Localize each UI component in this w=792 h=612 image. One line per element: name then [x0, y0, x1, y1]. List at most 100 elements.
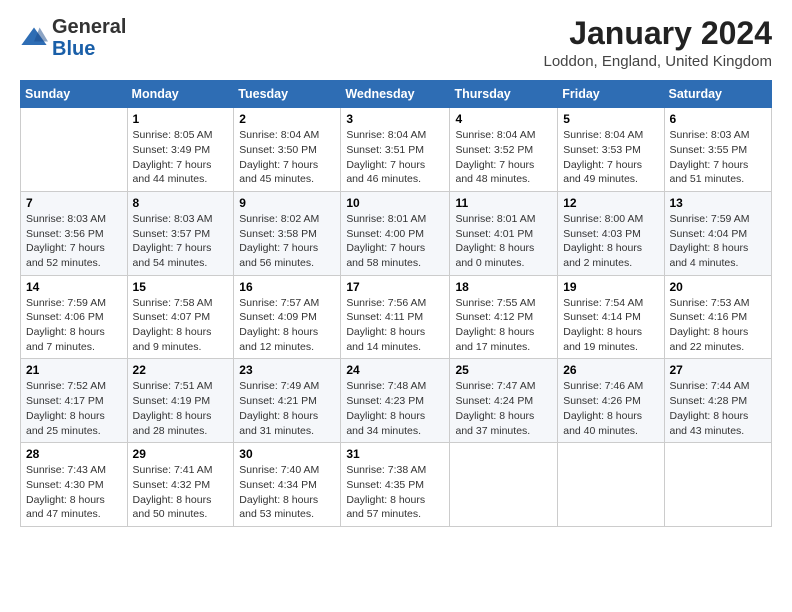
day-number: 16	[239, 280, 335, 294]
day-info: Sunrise: 7:53 AMSunset: 4:16 PMDaylight:…	[670, 296, 767, 355]
day-number: 13	[670, 196, 767, 210]
logo-blue-text: Blue	[52, 38, 95, 60]
table-row: 22 Sunrise: 7:51 AMSunset: 4:19 PMDaylig…	[127, 359, 234, 443]
day-info: Sunrise: 7:51 AMSunset: 4:19 PMDaylight:…	[133, 379, 229, 438]
table-row: 7 Sunrise: 8:03 AMSunset: 3:56 PMDayligh…	[21, 191, 128, 275]
table-row: 18 Sunrise: 7:55 AMSunset: 4:12 PMDaylig…	[450, 275, 558, 359]
day-number: 4	[455, 112, 552, 126]
day-number: 20	[670, 280, 767, 294]
calendar-table: Sunday Monday Tuesday Wednesday Thursday…	[20, 80, 772, 527]
table-row: 20 Sunrise: 7:53 AMSunset: 4:16 PMDaylig…	[664, 275, 772, 359]
table-row: 14 Sunrise: 7:59 AMSunset: 4:06 PMDaylig…	[21, 275, 128, 359]
day-info: Sunrise: 7:59 AMSunset: 4:04 PMDaylight:…	[670, 212, 767, 271]
day-info: Sunrise: 7:57 AMSunset: 4:09 PMDaylight:…	[239, 296, 335, 355]
day-info: Sunrise: 7:38 AMSunset: 4:35 PMDaylight:…	[346, 463, 444, 522]
logo-icon	[20, 24, 48, 52]
day-number: 11	[455, 196, 552, 210]
day-number: 17	[346, 280, 444, 294]
table-row	[21, 108, 128, 192]
table-row: 6 Sunrise: 8:03 AMSunset: 3:55 PMDayligh…	[664, 108, 772, 192]
day-info: Sunrise: 7:40 AMSunset: 4:34 PMDaylight:…	[239, 463, 335, 522]
day-info: Sunrise: 8:03 AMSunset: 3:55 PMDaylight:…	[670, 128, 767, 187]
day-info: Sunrise: 7:52 AMSunset: 4:17 PMDaylight:…	[26, 379, 122, 438]
logo-general-text: General	[52, 16, 126, 38]
table-row: 29 Sunrise: 7:41 AMSunset: 4:32 PMDaylig…	[127, 443, 234, 527]
day-number: 19	[563, 280, 658, 294]
day-info: Sunrise: 8:01 AMSunset: 4:00 PMDaylight:…	[346, 212, 444, 271]
table-row: 1 Sunrise: 8:05 AMSunset: 3:49 PMDayligh…	[127, 108, 234, 192]
day-number: 2	[239, 112, 335, 126]
day-number: 28	[26, 447, 122, 461]
main-title: January 2024	[543, 16, 772, 51]
day-info: Sunrise: 7:56 AMSunset: 4:11 PMDaylight:…	[346, 296, 444, 355]
day-number: 7	[26, 196, 122, 210]
day-number: 23	[239, 363, 335, 377]
table-row	[664, 443, 772, 527]
table-row: 4 Sunrise: 8:04 AMSunset: 3:52 PMDayligh…	[450, 108, 558, 192]
table-row: 19 Sunrise: 7:54 AMSunset: 4:14 PMDaylig…	[558, 275, 664, 359]
table-row: 28 Sunrise: 7:43 AMSunset: 4:30 PMDaylig…	[21, 443, 128, 527]
day-info: Sunrise: 8:05 AMSunset: 3:49 PMDaylight:…	[133, 128, 229, 187]
day-info: Sunrise: 8:01 AMSunset: 4:01 PMDaylight:…	[455, 212, 552, 271]
table-row: 5 Sunrise: 8:04 AMSunset: 3:53 PMDayligh…	[558, 108, 664, 192]
col-monday: Monday	[127, 81, 234, 108]
day-number: 21	[26, 363, 122, 377]
day-info: Sunrise: 8:04 AMSunset: 3:52 PMDaylight:…	[455, 128, 552, 187]
subtitle: Loddon, England, United Kingdom	[543, 53, 772, 70]
table-row: 13 Sunrise: 7:59 AMSunset: 4:04 PMDaylig…	[664, 191, 772, 275]
day-info: Sunrise: 7:48 AMSunset: 4:23 PMDaylight:…	[346, 379, 444, 438]
table-row: 12 Sunrise: 8:00 AMSunset: 4:03 PMDaylig…	[558, 191, 664, 275]
day-number: 26	[563, 363, 658, 377]
table-row: 3 Sunrise: 8:04 AMSunset: 3:51 PMDayligh…	[341, 108, 450, 192]
col-friday: Friday	[558, 81, 664, 108]
calendar-week-row: 28 Sunrise: 7:43 AMSunset: 4:30 PMDaylig…	[21, 443, 772, 527]
day-info: Sunrise: 8:04 AMSunset: 3:50 PMDaylight:…	[239, 128, 335, 187]
table-row: 24 Sunrise: 7:48 AMSunset: 4:23 PMDaylig…	[341, 359, 450, 443]
day-info: Sunrise: 7:46 AMSunset: 4:26 PMDaylight:…	[563, 379, 658, 438]
calendar-week-row: 21 Sunrise: 7:52 AMSunset: 4:17 PMDaylig…	[21, 359, 772, 443]
day-number: 1	[133, 112, 229, 126]
day-info: Sunrise: 8:03 AMSunset: 3:56 PMDaylight:…	[26, 212, 122, 271]
table-row: 15 Sunrise: 7:58 AMSunset: 4:07 PMDaylig…	[127, 275, 234, 359]
day-number: 31	[346, 447, 444, 461]
table-row: 30 Sunrise: 7:40 AMSunset: 4:34 PMDaylig…	[234, 443, 341, 527]
table-row: 23 Sunrise: 7:49 AMSunset: 4:21 PMDaylig…	[234, 359, 341, 443]
day-number: 8	[133, 196, 229, 210]
day-number: 29	[133, 447, 229, 461]
day-number: 10	[346, 196, 444, 210]
day-number: 12	[563, 196, 658, 210]
logo: General Blue	[20, 16, 126, 60]
day-info: Sunrise: 7:43 AMSunset: 4:30 PMDaylight:…	[26, 463, 122, 522]
table-row: 8 Sunrise: 8:03 AMSunset: 3:57 PMDayligh…	[127, 191, 234, 275]
day-number: 3	[346, 112, 444, 126]
day-number: 24	[346, 363, 444, 377]
day-number: 15	[133, 280, 229, 294]
table-row: 31 Sunrise: 7:38 AMSunset: 4:35 PMDaylig…	[341, 443, 450, 527]
table-row: 21 Sunrise: 7:52 AMSunset: 4:17 PMDaylig…	[21, 359, 128, 443]
calendar-week-row: 14 Sunrise: 7:59 AMSunset: 4:06 PMDaylig…	[21, 275, 772, 359]
day-info: Sunrise: 7:47 AMSunset: 4:24 PMDaylight:…	[455, 379, 552, 438]
table-row: 25 Sunrise: 7:47 AMSunset: 4:24 PMDaylig…	[450, 359, 558, 443]
table-row: 11 Sunrise: 8:01 AMSunset: 4:01 PMDaylig…	[450, 191, 558, 275]
table-row	[558, 443, 664, 527]
table-row: 10 Sunrise: 8:01 AMSunset: 4:00 PMDaylig…	[341, 191, 450, 275]
col-sunday: Sunday	[21, 81, 128, 108]
day-info: Sunrise: 8:02 AMSunset: 3:58 PMDaylight:…	[239, 212, 335, 271]
day-info: Sunrise: 8:04 AMSunset: 3:53 PMDaylight:…	[563, 128, 658, 187]
day-info: Sunrise: 7:49 AMSunset: 4:21 PMDaylight:…	[239, 379, 335, 438]
day-number: 6	[670, 112, 767, 126]
col-thursday: Thursday	[450, 81, 558, 108]
day-info: Sunrise: 7:54 AMSunset: 4:14 PMDaylight:…	[563, 296, 658, 355]
calendar-week-row: 7 Sunrise: 8:03 AMSunset: 3:56 PMDayligh…	[21, 191, 772, 275]
calendar-week-row: 1 Sunrise: 8:05 AMSunset: 3:49 PMDayligh…	[21, 108, 772, 192]
table-row: 17 Sunrise: 7:56 AMSunset: 4:11 PMDaylig…	[341, 275, 450, 359]
day-info: Sunrise: 7:41 AMSunset: 4:32 PMDaylight:…	[133, 463, 229, 522]
col-wednesday: Wednesday	[341, 81, 450, 108]
table-row: 2 Sunrise: 8:04 AMSunset: 3:50 PMDayligh…	[234, 108, 341, 192]
day-number: 30	[239, 447, 335, 461]
calendar-header-row: Sunday Monday Tuesday Wednesday Thursday…	[21, 81, 772, 108]
table-row: 16 Sunrise: 7:57 AMSunset: 4:09 PMDaylig…	[234, 275, 341, 359]
day-number: 18	[455, 280, 552, 294]
table-row: 26 Sunrise: 7:46 AMSunset: 4:26 PMDaylig…	[558, 359, 664, 443]
title-block: January 2024 Loddon, England, United Kin…	[543, 16, 772, 70]
